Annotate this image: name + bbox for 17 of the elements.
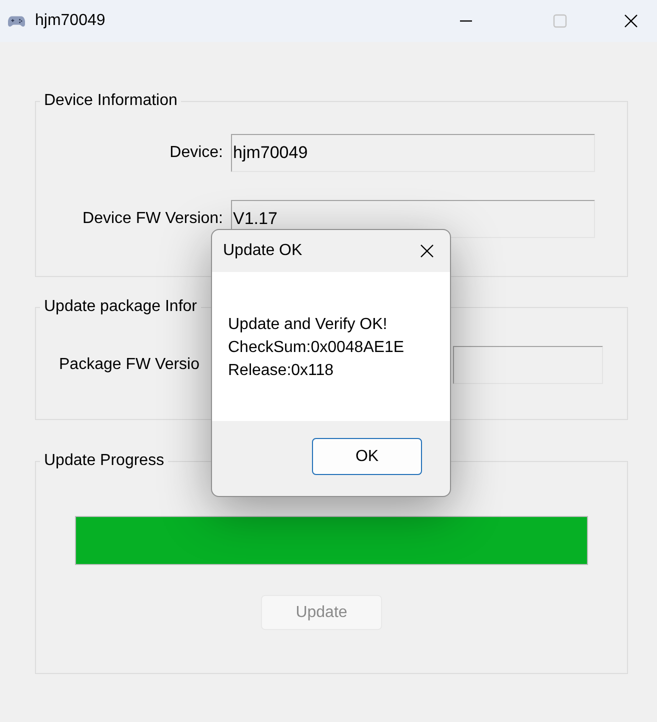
dialog-title: Update OK [223,241,302,261]
message-text: Release:0x118 [228,361,335,381]
gamepad-icon [8,15,25,27]
field-label: Device FW Version: [82,209,223,229]
field-label: Device: [168,143,223,163]
window-title: hjm70049 [35,11,106,31]
message-text: Update and Verify OK! [228,315,388,335]
maximize-icon [553,14,567,28]
text-field[interactable] [453,346,603,384]
text-field[interactable]: hjm70049 [231,134,595,172]
group-title: Update package Infor [40,297,201,317]
close-icon [420,244,434,258]
field-label: Package FW Versio [59,355,200,375]
ok-button[interactable]: OK [312,438,422,475]
close-icon [624,14,638,28]
group-title: Update Progress [40,451,168,471]
message-text: CheckSum:0x0048AE1E [228,338,406,358]
